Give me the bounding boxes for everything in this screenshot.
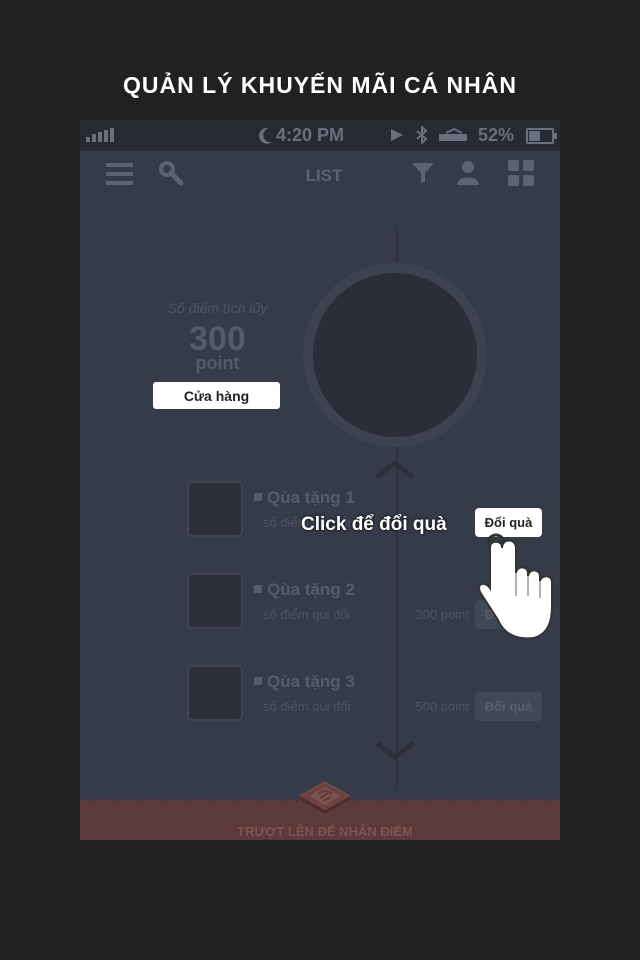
gift-thumbnail [187, 665, 243, 721]
gift-name: Qùa tặng 1 [254, 488, 355, 508]
signal-icon [86, 128, 116, 142]
play-icon [391, 129, 403, 141]
points-label: Số điểm tích lũy [167, 300, 268, 316]
gift-item: Qùa tặng 3 số điểm qui đổi 500 point Đổi… [187, 665, 560, 725]
status-battery-text: 52% [478, 125, 515, 145]
gift-points-label: số điểm qui đổi [263, 699, 351, 714]
qr-code-icon [298, 781, 352, 814]
gift-points: 300 point [415, 607, 470, 622]
redeem-button[interactable]: Đổi quà [475, 692, 542, 721]
points-unit: point [195, 353, 240, 373]
gift-points-label: số điểm qui đổi [263, 607, 351, 622]
footer-text: TRƯỢT LÊN ĐỂ NHẬN ĐIỂM [237, 824, 413, 839]
hand-pointer-icon [478, 533, 553, 640]
tooltip-text: Click để đổi quà [301, 514, 447, 535]
phone-screen: 4:20 PM 52% LIST Số điểm tích lũy 300 po… [80, 120, 560, 840]
shop-button[interactable]: Cửa hàng [153, 382, 280, 409]
points-circle [303, 263, 487, 447]
page-header-title: QUẢN LÝ KHUYẾN MÃI CÁ NHÂN [123, 72, 517, 98]
status-time: 4:20 PM [276, 125, 345, 145]
gift-thumbnail [187, 481, 243, 537]
gift-thumbnail [187, 573, 243, 629]
alarm-bar-icon [439, 128, 467, 141]
gift-name: Qùa tặng 3 [254, 672, 355, 692]
chevron-up-icon[interactable] [375, 460, 415, 480]
gift-points: 500 point [415, 699, 470, 714]
gift-name: Qùa tặng 2 [254, 580, 355, 600]
moon-icon [259, 127, 272, 144]
bluetooth-icon [416, 126, 428, 144]
navbar-title: LIST [305, 166, 343, 185]
chevron-down-icon[interactable] [375, 740, 415, 760]
battery-icon [526, 128, 557, 144]
status-bar: 4:20 PM 52% [80, 120, 560, 151]
